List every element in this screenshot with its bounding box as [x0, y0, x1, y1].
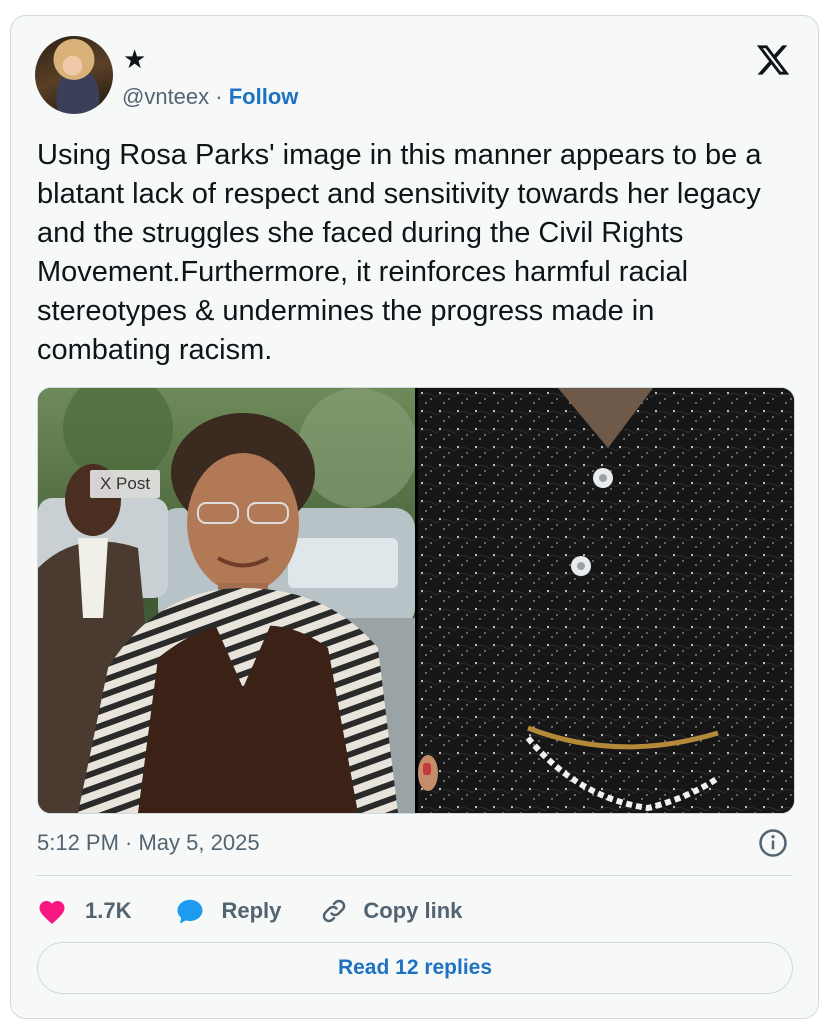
chat-bubble-icon: [177, 899, 203, 924]
like-button[interactable]: 1.7K: [37, 897, 131, 925]
media-image-right[interactable]: [418, 388, 794, 813]
like-count: 1.7K: [85, 898, 132, 923]
follow-button[interactable]: Follow: [229, 84, 299, 109]
reply-label: Reply: [221, 898, 282, 923]
media-image-left[interactable]: X Post: [38, 388, 415, 813]
x-post-badge: X Post: [90, 470, 161, 498]
x-logo-icon[interactable]: [754, 42, 792, 78]
copy-link-button[interactable]: Copy link: [319, 896, 462, 926]
read-replies-button[interactable]: Read 12 replies: [37, 942, 793, 994]
author-row: @vnteex · Follow: [122, 84, 298, 110]
reply-button[interactable]: Reply: [175, 897, 281, 925]
embedded-post-card: ★ @vnteex · Follow Using Rosa Parks' ima…: [10, 15, 819, 1019]
separator: ·: [215, 84, 223, 109]
post-timestamp[interactable]: 5:12 PM · May 5, 2025: [37, 830, 260, 856]
post-media[interactable]: X Post: [37, 387, 795, 814]
heart-icon: [39, 901, 65, 924]
divider: [37, 875, 792, 876]
post-text: Using Rosa Parks' image in this manner a…: [37, 139, 762, 366]
link-icon: [323, 899, 346, 923]
author-handle[interactable]: @vnteex: [122, 84, 209, 109]
lace-garment-photo: [418, 388, 794, 813]
portrait-photo: [38, 388, 415, 813]
action-bar: 1.7K Reply Copy link: [37, 894, 462, 928]
avatar[interactable]: [35, 36, 113, 114]
copy-link-label: Copy link: [363, 898, 463, 923]
display-name[interactable]: ★: [123, 46, 146, 72]
info-icon[interactable]: [758, 828, 788, 858]
